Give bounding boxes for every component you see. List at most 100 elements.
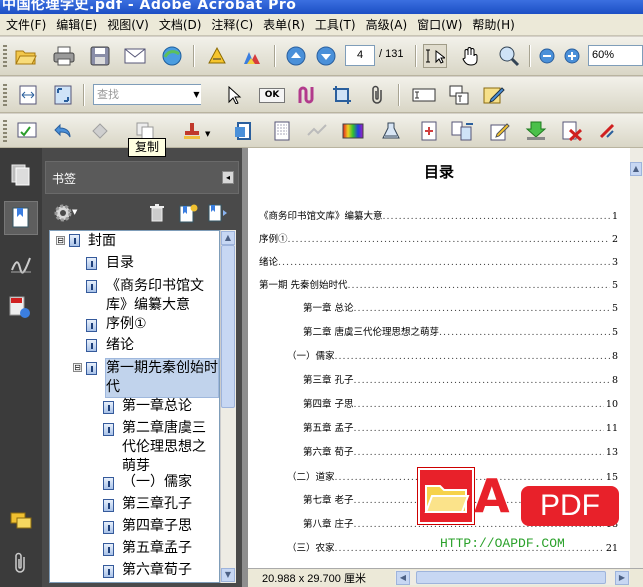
- bookmark-item[interactable]: 《商务印书馆文库》编纂大意: [106, 277, 218, 315]
- toc-entry[interactable]: 第一期 先秦创始时代..............................…: [259, 277, 618, 291]
- document-scrollbar[interactable]: ▲: [630, 148, 643, 568]
- sign-icon[interactable]: [205, 44, 229, 68]
- save-icon[interactable]: [88, 44, 112, 68]
- page-layout-icon[interactable]: [270, 119, 294, 143]
- scroll-left-arrow-icon[interactable]: ◀: [396, 571, 410, 585]
- bookmark-scroll-thumb[interactable]: [221, 245, 235, 408]
- bookmark-item[interactable]: 目录: [106, 254, 218, 273]
- edit-form-icon[interactable]: [482, 83, 506, 107]
- toc-entry[interactable]: 第五章 孟子..................................…: [303, 420, 618, 434]
- comments-panel-icon[interactable]: [9, 509, 33, 533]
- menu-window[interactable]: 窗口(W): [411, 16, 466, 33]
- bookmark-item[interactable]: 绪论: [106, 336, 218, 355]
- panel-collapse-button[interactable]: ◂: [222, 171, 234, 184]
- toc-entry[interactable]: 序例①.....................................…: [259, 231, 618, 245]
- menu-comments[interactable]: 注释(C): [205, 16, 257, 33]
- toc-entry[interactable]: 第四章 子思..................................…: [303, 396, 618, 410]
- menu-file[interactable]: 文件(F): [0, 16, 50, 33]
- spell-check-icon[interactable]: [16, 119, 40, 143]
- zoom-tool-icon[interactable]: [497, 44, 521, 68]
- typewriter-icon[interactable]: [447, 83, 471, 107]
- menu-tools[interactable]: 工具(T): [309, 16, 360, 33]
- organize-pages-icon[interactable]: [451, 119, 475, 143]
- menu-view[interactable]: 视图(V): [101, 16, 153, 33]
- stamp-dropdown-icon[interactable]: ▼: [205, 130, 210, 138]
- text-field-icon[interactable]: [412, 83, 436, 107]
- email-icon[interactable]: [123, 44, 147, 68]
- stamp-icon[interactable]: [180, 119, 204, 143]
- scroll-right-arrow-icon[interactable]: ▶: [615, 571, 629, 585]
- select-arrow-icon[interactable]: [222, 83, 246, 107]
- bookmark-item[interactable]: 第四章子思: [122, 517, 218, 536]
- split-icon[interactable]: [595, 119, 619, 143]
- edit-document-icon[interactable]: [488, 119, 512, 143]
- bookmark-item[interactable]: 序例①: [106, 315, 218, 334]
- delete-bookmark-icon[interactable]: [145, 201, 169, 225]
- scroll-up-arrow-icon[interactable]: ▲: [221, 231, 235, 245]
- bookmark-item[interactable]: 第二章唐虞三代伦理思想之萌芽: [122, 419, 218, 476]
- collapse-toggle[interactable]: ⊟: [73, 363, 82, 372]
- collaborate-icon[interactable]: [160, 44, 184, 68]
- signatures-panel-icon[interactable]: [9, 252, 33, 276]
- menu-help[interactable]: 帮助(H): [466, 16, 518, 33]
- doc-scroll-up-icon[interactable]: ▲: [630, 162, 642, 176]
- toc-entry[interactable]: 第二章 唐虞三代伦理思想之萌芽.........................…: [303, 324, 618, 338]
- toc-entry[interactable]: 绪论......................................…: [259, 254, 618, 268]
- search-input[interactable]: 查找: [93, 84, 201, 105]
- toolbar-grip[interactable]: [3, 45, 7, 67]
- options-dropdown-icon[interactable]: ▼: [72, 208, 77, 216]
- rotate-page-icon[interactable]: [232, 119, 256, 143]
- color-palette-icon[interactable]: [341, 119, 365, 143]
- toc-entry[interactable]: 《商务印书馆文库》编纂大意...........................…: [259, 208, 618, 222]
- attach-icon[interactable]: [366, 83, 390, 107]
- bookmark-item[interactable]: 封面: [88, 232, 218, 251]
- attachments-panel-icon[interactable]: [8, 296, 32, 320]
- fit-width-icon[interactable]: [16, 83, 40, 107]
- bookmark-item[interactable]: （一）儒家: [122, 473, 218, 492]
- hand-icon[interactable]: [458, 44, 482, 68]
- highlighter-icon[interactable]: [295, 83, 319, 107]
- pages-panel-icon[interactable]: [9, 163, 33, 187]
- bookmark-item-selected[interactable]: 第一期先秦创始时代: [105, 358, 219, 398]
- preflight-icon[interactable]: [379, 119, 403, 143]
- menu-forms[interactable]: 表单(R): [257, 16, 309, 33]
- ok-button[interactable]: OK: [259, 88, 285, 103]
- collapse-toggle[interactable]: ⊟: [56, 236, 65, 245]
- bookmark-item[interactable]: 第三章孔子: [122, 495, 218, 514]
- menu-document[interactable]: 文档(D): [153, 16, 206, 33]
- full-screen-icon[interactable]: [51, 83, 75, 107]
- print-icon[interactable]: [52, 44, 76, 68]
- secure-icon[interactable]: [240, 44, 264, 68]
- toc-entry[interactable]: 第六章 荀子..................................…: [303, 444, 618, 458]
- bookmarks-tab[interactable]: [4, 201, 38, 235]
- page-number-input[interactable]: 4: [345, 45, 375, 66]
- search-dropdown-icon[interactable]: ▼: [192, 85, 201, 104]
- bookmark-item[interactable]: 第一章总论: [122, 397, 218, 416]
- add-page-icon[interactable]: [417, 119, 441, 143]
- open-icon[interactable]: [14, 44, 38, 68]
- delete-page-icon[interactable]: [560, 119, 584, 143]
- scroll-down-arrow-icon[interactable]: ▼: [221, 568, 235, 582]
- zoom-level-select[interactable]: 60%: [588, 45, 643, 66]
- toc-entry[interactable]: 第一章 总论..................................…: [303, 300, 618, 314]
- menu-edit[interactable]: 编辑(E): [50, 16, 101, 33]
- toc-entry[interactable]: 第三章 孔子..................................…: [303, 372, 618, 386]
- horizontal-scroll-thumb[interactable]: [416, 571, 606, 584]
- toolbar-grip[interactable]: [3, 84, 7, 106]
- crop-icon[interactable]: [330, 83, 354, 107]
- next-page-icon[interactable]: [314, 44, 338, 68]
- undo-icon[interactable]: [51, 119, 75, 143]
- menu-advanced[interactable]: 高级(A): [360, 16, 412, 33]
- attachment-clip-icon[interactable]: [9, 551, 33, 575]
- zoom-in-icon[interactable]: [560, 44, 584, 68]
- select-text-icon[interactable]: [423, 44, 447, 68]
- new-bookmark-icon[interactable]: [176, 201, 200, 225]
- toolbar-grip[interactable]: [3, 120, 7, 142]
- previous-page-icon[interactable]: [284, 44, 308, 68]
- zoom-out-icon[interactable]: [535, 44, 559, 68]
- toc-entry[interactable]: （一）儒家...................................…: [287, 348, 618, 362]
- extract-icon[interactable]: [524, 119, 548, 143]
- expand-bookmark-icon[interactable]: [206, 201, 230, 225]
- bookmark-item[interactable]: 第六章荀子: [122, 561, 218, 580]
- bookmark-item[interactable]: 第五章孟子: [122, 539, 218, 558]
